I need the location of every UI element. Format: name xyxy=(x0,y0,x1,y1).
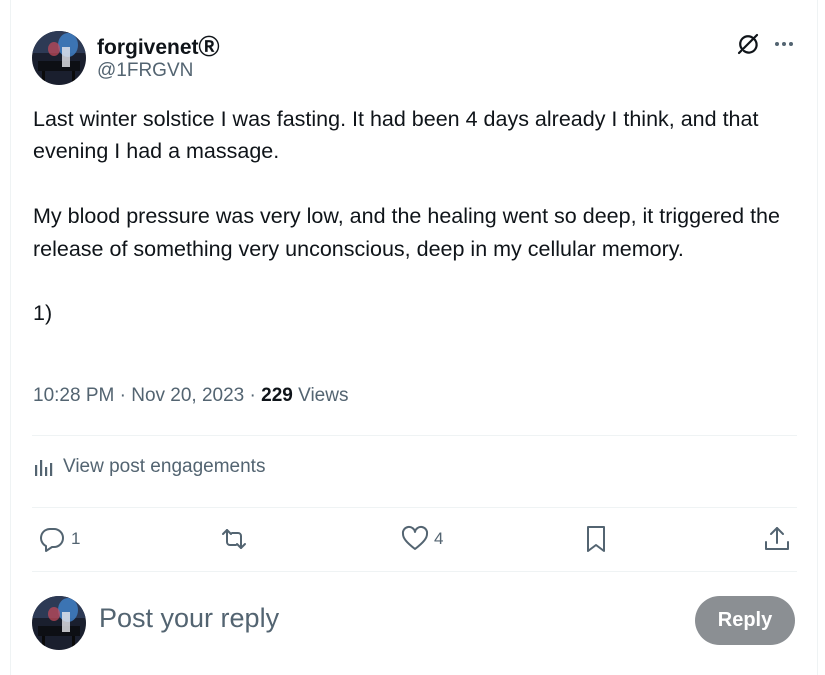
repost-icon xyxy=(222,529,246,549)
reply-input[interactable]: Post your reply xyxy=(99,603,279,634)
post-time[interactable]: 10:28 PM xyxy=(33,385,114,406)
repost-button[interactable] xyxy=(219,524,253,554)
like-button[interactable]: 4 xyxy=(400,524,443,554)
divider xyxy=(32,507,797,508)
meta-separator: · xyxy=(249,385,256,406)
post-text: Last winter solstice I was fasting. It h… xyxy=(33,107,780,326)
analytics-icon xyxy=(35,460,53,476)
view-engagements-link[interactable]: View post engagements xyxy=(33,456,265,478)
views-count: 229 xyxy=(261,385,293,406)
reply-submit-button[interactable]: Reply xyxy=(695,596,795,645)
bookmark-button[interactable] xyxy=(581,524,611,554)
reply-button[interactable]: 1 xyxy=(37,524,80,554)
meta-separator: · xyxy=(119,385,126,406)
like-icon xyxy=(401,525,429,550)
post-date[interactable]: Nov 20, 2023 xyxy=(131,385,244,406)
post-meta: 10:28 PM · Nov 20, 2023 · 229 Views xyxy=(33,385,348,407)
bookmark-icon xyxy=(587,526,605,552)
more-icon[interactable] xyxy=(772,32,796,56)
author-name-text: forgivenet xyxy=(97,36,199,59)
divider xyxy=(32,435,797,436)
like-count: 4 xyxy=(434,529,444,548)
registered-badge: Ⓡ xyxy=(198,36,220,59)
author-avatar[interactable] xyxy=(32,31,86,85)
post-container xyxy=(10,0,818,675)
reply-icon xyxy=(40,527,64,552)
author-handle[interactable]: @1FRGVN xyxy=(97,60,193,82)
grok-icon[interactable] xyxy=(736,32,760,56)
views-label: Views xyxy=(298,385,349,406)
reply-count: 1 xyxy=(71,529,81,548)
user-avatar[interactable] xyxy=(32,596,86,650)
share-button[interactable] xyxy=(762,524,792,554)
author-name[interactable]: forgivenetⓇ xyxy=(97,31,220,61)
divider xyxy=(32,571,797,572)
view-engagements-label: View post engagements xyxy=(63,456,266,477)
share-icon xyxy=(765,527,789,550)
